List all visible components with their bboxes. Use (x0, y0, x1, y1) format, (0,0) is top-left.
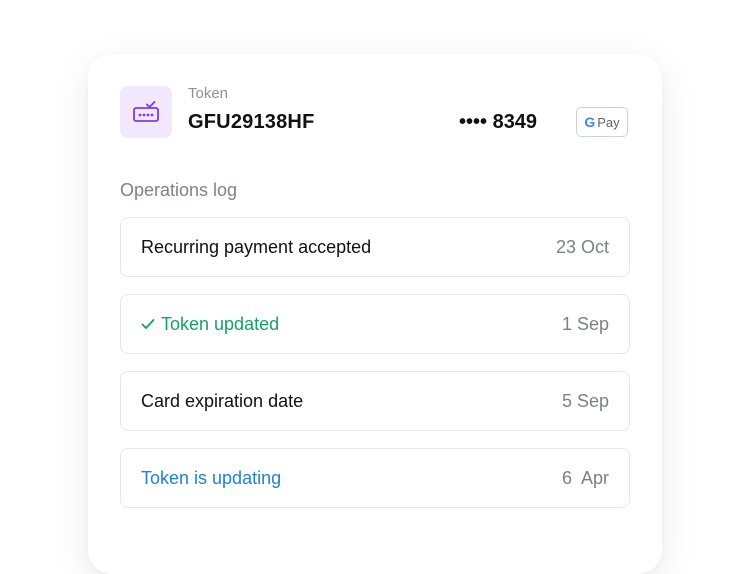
log-item-label: Token is updating (141, 467, 282, 488)
log-item-label: Token updated (141, 314, 279, 335)
operations-log-list: Recurring payment accepted 23 Oct Token … (120, 217, 630, 525)
log-item-date: 6 Apr (561, 467, 609, 488)
log-item-label: Recurring payment accepted (141, 236, 372, 257)
log-item[interactable]: Token updated 1 Sep (120, 294, 630, 354)
pay-label: Pay (597, 114, 620, 130)
log-item[interactable]: Token is updating 6 Apr (120, 448, 630, 508)
card-check-icon (120, 86, 172, 138)
google-logo-icon: G (584, 114, 596, 130)
check-icon (141, 319, 155, 329)
log-item-date: 1 Sep (561, 313, 609, 334)
log-item-label: Card expiration date (141, 390, 304, 411)
google-pay-badge: G Pay (576, 107, 628, 137)
token-label: Token (188, 85, 229, 102)
token-card: Token GFU29138HF •••• 8349 G Pay Operati… (88, 54, 662, 574)
operations-log-title: Operations log (120, 180, 238, 200)
token-value: GFU29138HF (188, 111, 315, 133)
card-number-masked: •••• 8349 (459, 111, 538, 133)
log-item-date: 23 Oct (555, 236, 609, 257)
log-item[interactable]: Card expiration date 5 Sep (120, 371, 630, 431)
log-item[interactable]: Recurring payment accepted 23 Oct (120, 217, 630, 277)
log-item-date: 5 Sep (561, 390, 609, 411)
